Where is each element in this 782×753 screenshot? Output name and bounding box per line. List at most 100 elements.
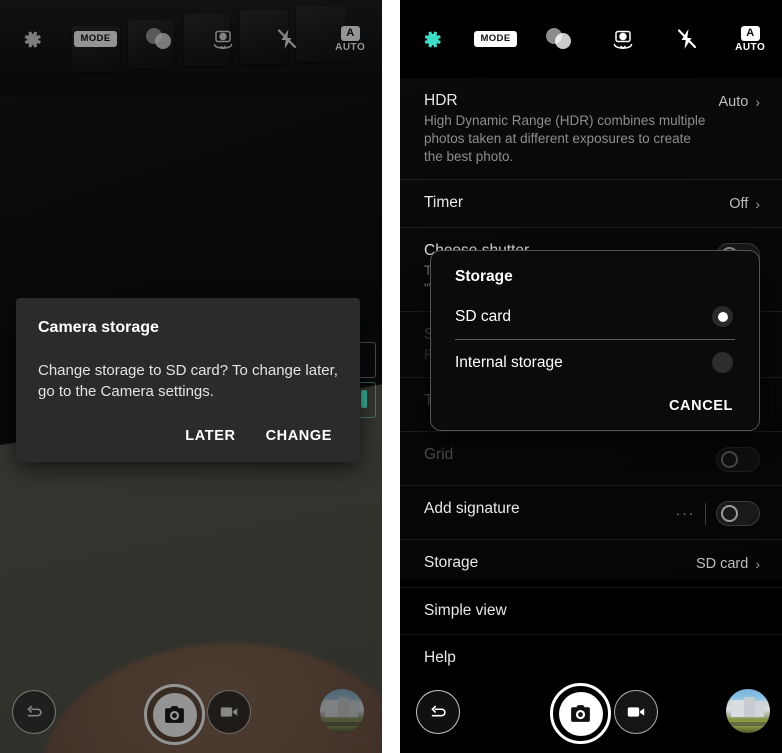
setting-timer[interactable]: Timer Off › — [400, 180, 782, 228]
chevron-right-icon: › — [755, 196, 760, 212]
auto-badge-letter: A — [340, 25, 360, 41]
right-screen-panel: MODE A AUTO HDR High Dynamic Range (HDR)… — [400, 0, 782, 753]
setting-simple-view-title: Simple view — [424, 602, 507, 619]
gallery-thumbnail-image — [726, 689, 770, 733]
setting-grid[interactable]: Grid — [400, 432, 782, 486]
alert-title: Camera storage — [38, 319, 159, 336]
shutter-icon — [144, 684, 205, 745]
side-chip-indicator — [361, 390, 367, 408]
toggle-knob — [721, 451, 738, 468]
screenshot-root: MODE A AUTO Camera storage Change storag… — [0, 0, 782, 753]
filter-button[interactable] — [527, 0, 591, 78]
auto-mode-icon: A AUTO — [335, 25, 366, 53]
auto-mode-button[interactable]: A AUTO — [318, 0, 382, 78]
back-button[interactable] — [12, 690, 56, 734]
change-button[interactable]: CHANGE — [264, 424, 334, 448]
settings-gear-button[interactable] — [0, 0, 64, 78]
storage-option-sd-card[interactable]: SD card — [431, 297, 759, 336]
left-camera-bottombar — [0, 670, 382, 753]
setting-add-signature-toggle[interactable] — [716, 501, 760, 526]
settings-gear-icon — [419, 27, 444, 52]
storage-cancel-button[interactable]: CANCEL — [665, 396, 737, 416]
setting-add-signature-text: Add signature — [424, 499, 664, 519]
alert-actions: LATER CHANGE — [38, 424, 338, 448]
storage-option-sd-card-label: SD card — [455, 307, 511, 325]
flash-off-icon — [274, 26, 300, 52]
mode-badge-icon: MODE — [474, 31, 517, 47]
auto-mode-icon: A AUTO — [735, 25, 766, 53]
left-screen-panel: MODE A AUTO Camera storage Change storag… — [0, 0, 382, 753]
setting-timer-text: Timer — [424, 193, 717, 213]
switch-camera-icon — [210, 26, 236, 52]
setting-timer-value-text: Off — [729, 196, 749, 212]
setting-grid-title: Grid — [424, 446, 454, 463]
setting-hdr-title: HDR — [424, 92, 458, 109]
shutter-icon — [550, 683, 611, 744]
control-divider — [705, 502, 706, 525]
setting-storage-value-text: SD card — [695, 556, 749, 572]
filter-icon — [146, 28, 172, 50]
settings-gear-button[interactable] — [400, 0, 464, 78]
setting-hdr[interactable]: HDR High Dynamic Range (HDR) combines mul… — [400, 78, 782, 180]
setting-storage[interactable]: Storage SD card › — [400, 540, 782, 588]
gallery-thumbnail-button[interactable] — [320, 689, 364, 733]
auto-badge-label: AUTO — [735, 41, 766, 53]
chevron-right-icon: › — [755, 556, 760, 572]
settings-gear-icon — [19, 27, 44, 52]
storage-option-sd-card-radio[interactable] — [712, 306, 733, 327]
flash-off-button[interactable] — [655, 0, 719, 78]
setting-help-title: Help — [424, 649, 456, 666]
setting-simple-view[interactable]: Simple view — [400, 588, 782, 635]
flash-off-icon — [674, 26, 700, 52]
right-camera-bottombar — [400, 670, 782, 753]
more-options-icon[interactable]: ··· — [676, 506, 696, 521]
setting-simple-view-text: Simple view — [424, 601, 760, 621]
auto-badge-label: AUTO — [335, 41, 366, 53]
flash-off-button[interactable] — [255, 0, 319, 78]
camera-storage-alert-dialog: Camera storage Change storage to SD card… — [16, 298, 360, 462]
setting-timer-value: Off › — [729, 193, 760, 214]
mode-button[interactable]: MODE — [464, 0, 528, 78]
toggle-knob — [721, 505, 738, 522]
setting-hdr-text: HDR High Dynamic Range (HDR) combines mul… — [424, 91, 706, 166]
alert-message: Change storage to SD card? To change lat… — [38, 362, 338, 400]
setting-storage-text: Storage — [424, 553, 684, 573]
setting-add-signature-title: Add signature — [424, 500, 520, 517]
filter-icon — [546, 28, 572, 50]
setting-grid-controls — [716, 445, 760, 472]
storage-dialog-actions: CANCEL — [431, 382, 759, 424]
later-button[interactable]: LATER — [183, 424, 237, 448]
setting-hdr-subtitle: High Dynamic Range (HDR) combines multip… — [424, 113, 706, 164]
filter-button[interactable] — [127, 0, 191, 78]
mode-button[interactable]: MODE — [64, 0, 128, 78]
setting-add-signature-controls: ··· — [676, 499, 760, 526]
setting-storage-value: SD card › — [696, 553, 760, 574]
setting-timer-title: Timer — [424, 194, 464, 211]
auto-mode-button[interactable]: A AUTO — [718, 0, 782, 78]
auto-badge-letter: A — [740, 25, 760, 41]
shutter-button[interactable] — [550, 683, 611, 744]
gallery-thumbnail-button[interactable] — [726, 689, 770, 733]
setting-grid-toggle[interactable] — [716, 447, 760, 472]
back-button[interactable] — [416, 690, 460, 734]
video-record-button[interactable] — [614, 690, 658, 734]
chevron-right-icon: › — [755, 94, 760, 110]
storage-option-internal-label: Internal storage — [455, 353, 563, 371]
panel-separator-gap — [382, 0, 400, 753]
setting-help-text: Help — [424, 648, 760, 668]
setting-grid-text: Grid — [424, 445, 704, 465]
storage-option-internal-radio[interactable] — [712, 352, 733, 373]
switch-camera-icon — [610, 26, 636, 52]
switch-camera-button[interactable] — [591, 0, 655, 78]
left-camera-topbar: MODE A AUTO — [0, 0, 382, 78]
back-icon — [416, 690, 460, 734]
setting-add-signature[interactable]: Add signature ··· — [400, 486, 782, 540]
shutter-button[interactable] — [144, 684, 205, 745]
switch-camera-button[interactable] — [191, 0, 255, 78]
setting-hdr-value-text: Auto — [718, 94, 749, 110]
storage-option-internal[interactable]: Internal storage — [431, 343, 759, 382]
right-camera-topbar: MODE A AUTO — [400, 0, 782, 78]
back-icon — [12, 690, 56, 734]
storage-selection-dialog: Storage SD card Internal storage CANCEL — [430, 250, 760, 431]
video-record-button[interactable] — [207, 690, 251, 734]
